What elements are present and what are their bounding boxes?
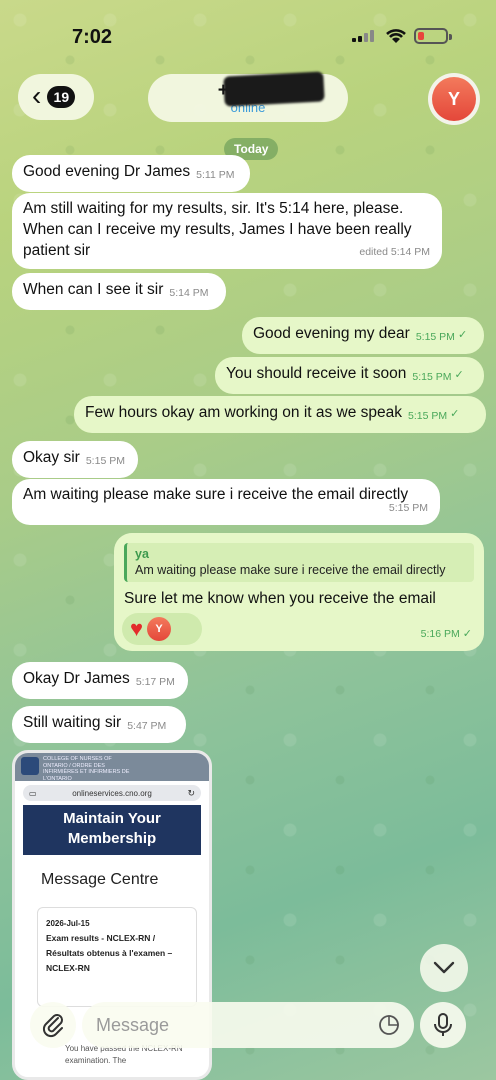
reaction-pill[interactable]: ♥ Y (122, 613, 202, 645)
unread-count-badge: 19 (47, 86, 76, 108)
redaction-mark (223, 71, 325, 107)
message-incoming[interactable]: Good evening Dr James 5:11 PM (12, 155, 250, 192)
chevron-down-icon (433, 961, 455, 974)
read-check-icon: ✓ (462, 628, 472, 640)
message-incoming[interactable]: Am still waiting for my results, sir. It… (12, 193, 442, 269)
heart-reaction-icon: ♥ (130, 616, 144, 641)
message-outgoing-reply[interactable]: ya Am waiting please make sure i receive… (114, 533, 484, 651)
message-text: When can I see it sir (23, 281, 164, 298)
message-text: You should receive it soon (226, 365, 407, 382)
screenshot-message-card: 2026-Jul-15 Exam results - NCLEX-RN / Ré… (37, 907, 197, 1007)
scroll-down-button[interactable] (420, 944, 468, 992)
message-text: Good evening my dear (253, 325, 410, 342)
screenshot-heading: Message Centre (41, 871, 159, 888)
microphone-icon (434, 1013, 452, 1036)
message-time: 5:15 PM (408, 410, 448, 422)
wifi-icon (386, 29, 406, 43)
paperclip-icon (42, 1014, 63, 1038)
read-check-icon: ✓ (450, 408, 460, 420)
message-incoming[interactable]: Am waiting please make sure i receive th… (12, 479, 440, 525)
screenshot-card-title: Exam results - NCLEX-RN / Résultats obte… (46, 933, 173, 973)
microphone-button[interactable] (420, 1002, 466, 1048)
status-time: 7:02 (72, 26, 113, 48)
message-outgoing[interactable]: You should receive it soon 5:15 PM ✓ (215, 357, 484, 394)
message-text: Okay sir (23, 449, 80, 466)
message-incoming[interactable]: Okay sir 5:15 PM (12, 441, 138, 478)
sticker-icon[interactable] (378, 1014, 400, 1036)
message-incoming[interactable]: Okay Dr James 5:17 PM (12, 662, 188, 699)
message-incoming[interactable]: Still waiting sir 5:47 PM (12, 706, 186, 743)
screenshot-url: onlineservices.cno.org (72, 788, 152, 798)
message-time: 5:15 PM (388, 502, 428, 514)
message-text: Good evening Dr James (23, 163, 191, 180)
battery-icon (414, 28, 452, 44)
reaction-avatar: Y (147, 617, 172, 641)
message-text: Sure let me know when you receive the em… (124, 590, 436, 607)
message-time: 5:11 PM (196, 169, 235, 181)
screenshot-banner: Maintain Your Membership (23, 805, 201, 855)
message-time: edited 5:14 PM (359, 246, 430, 258)
message-incoming[interactable]: When can I see it sir 5:14 PM (12, 273, 226, 310)
message-outgoing[interactable]: Few hours okay am working on it as we sp… (74, 396, 486, 433)
message-time: 5:17 PM (135, 676, 175, 688)
tabs-icon: ▭ (29, 788, 37, 798)
status-bar: 7:02 (0, 0, 496, 70)
message-input[interactable] (96, 1014, 356, 1036)
message-text: Okay Dr James (23, 670, 130, 687)
message-text: Few hours okay am working on it as we sp… (85, 404, 403, 421)
message-time: 5:15 PM (415, 331, 455, 343)
screenshot-card-date: 2026-Jul-15 (46, 919, 90, 928)
reload-icon: ↻ (187, 787, 195, 798)
screenshot-header: COLLEGE OF NURSES OF ONTARIO / ORDRE DES… (15, 753, 209, 782)
cno-logo (21, 757, 39, 775)
chevron-left-icon: ‹ (32, 79, 42, 111)
reply-author: ya (135, 547, 149, 561)
attach-button[interactable] (30, 1002, 76, 1048)
message-outgoing[interactable]: Good evening my dear 5:15 PM ✓ (242, 317, 484, 354)
read-check-icon: ✓ (457, 329, 468, 341)
cellular-signal-icon (352, 30, 376, 42)
message-time: 5:16 PM ✓ (421, 624, 472, 645)
message-text: Still waiting sir (23, 714, 122, 731)
message-time: 5:15 PM (412, 371, 452, 383)
reply-quote[interactable]: ya Am waiting please make sure i receive… (124, 543, 474, 582)
contact-avatar-button[interactable]: Y (428, 73, 480, 125)
read-check-icon: ✓ (454, 369, 464, 381)
screenshot-url-bar: ▭ onlineservices.cno.org ↻ (23, 785, 201, 801)
message-text: Am waiting please make sure i receive th… (23, 486, 409, 503)
message-composer[interactable] (82, 1002, 414, 1048)
message-time-value: 5:16 PM (420, 628, 460, 640)
org-name: COLLEGE OF NURSES OF ONTARIO / ORDRE DES… (43, 756, 130, 782)
message-time: 5:47 PM (127, 720, 167, 732)
back-button[interactable]: ‹ 19 (18, 74, 94, 120)
avatar: Y (432, 77, 476, 121)
message-time: 5:15 PM (85, 455, 125, 467)
message-time: 5:14 PM (169, 287, 209, 299)
reply-text: Am waiting please make sure i receive th… (135, 563, 446, 577)
